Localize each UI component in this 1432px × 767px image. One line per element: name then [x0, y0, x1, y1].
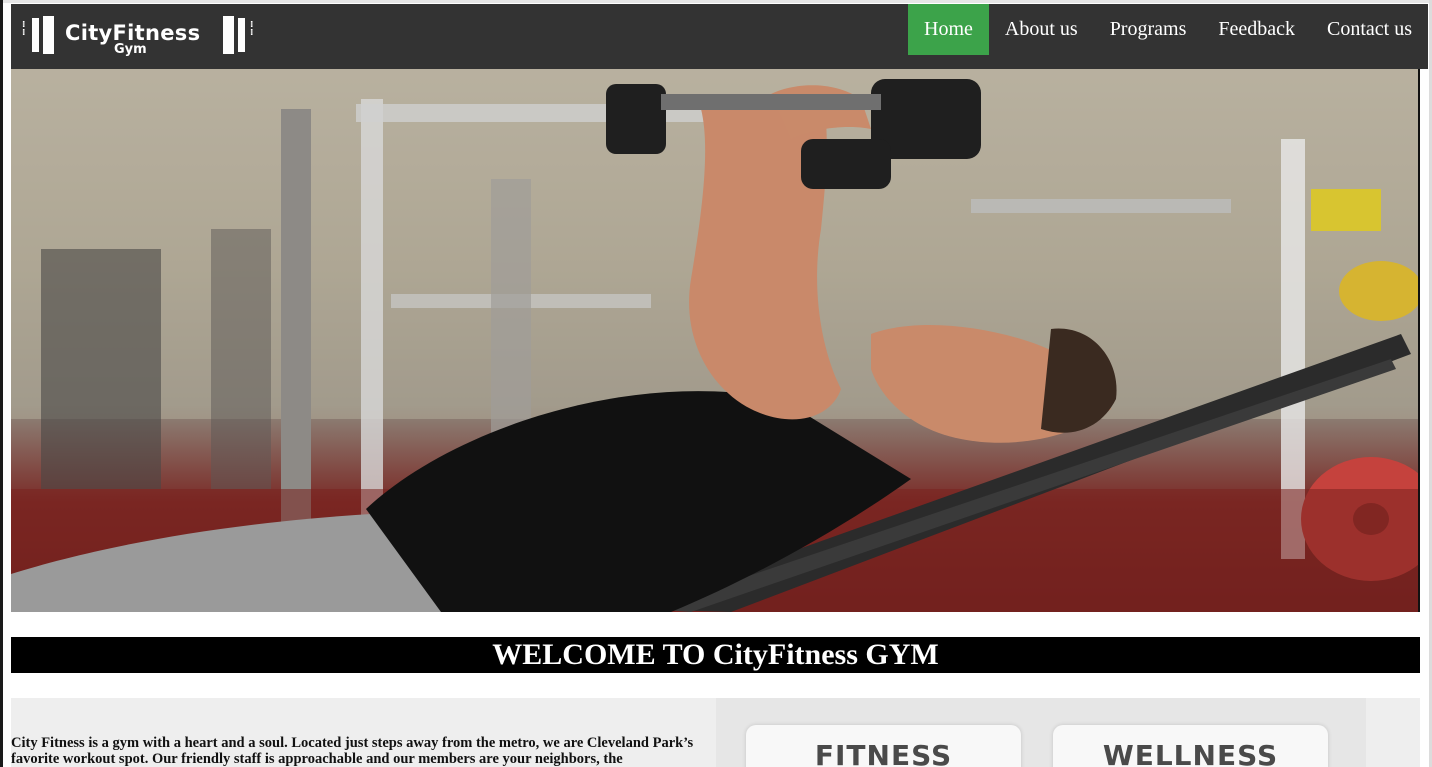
program-cards: FITNESS WELLNESS — [716, 698, 1366, 767]
welcome-heading: WELCOME TO CityFitness GYM — [11, 637, 1420, 673]
nav-home[interactable]: Home — [908, 4, 989, 55]
nav-feedback[interactable]: Feedback — [1202, 4, 1311, 55]
card-wellness[interactable]: WELLNESS — [1053, 725, 1328, 767]
nav-contact-us[interactable]: Contact us — [1311, 4, 1428, 55]
card-fitness-label: FITNESS — [814, 739, 953, 767]
hero-right-edge — [1418, 69, 1420, 612]
window-top-edge — [0, 0, 1432, 3]
logo-right-bar-1 — [223, 16, 234, 54]
brand-logo[interactable]: ⁞ ⁞ CityFitness Gym ⁞ ⁞ — [19, 12, 259, 60]
card-fitness[interactable]: FITNESS — [746, 725, 1021, 767]
nav-menu: Home About us Programs Feedback Contact … — [908, 4, 1428, 55]
logo-left-dots: ⁞ ⁞ — [22, 20, 26, 38]
hero-illustration — [11, 69, 1420, 612]
window-left-edge — [0, 0, 3, 767]
hero-image — [11, 69, 1420, 612]
intro-text: City Fitness is a gym with a heart and a… — [11, 735, 694, 767]
content-section: City Fitness is a gym with a heart and a… — [11, 698, 1420, 767]
logo-left-bar-2 — [43, 16, 54, 54]
nav-about-us[interactable]: About us — [989, 4, 1094, 55]
brand-sub: Gym — [114, 42, 147, 57]
navbar: ⁞ ⁞ CityFitness Gym ⁞ ⁞ Home About us Prog… — [11, 4, 1428, 69]
logo-left-bar-1 — [32, 18, 39, 52]
logo-right-dots: ⁞ ⁞ — [250, 20, 254, 38]
card-wellness-label: WELLNESS — [1102, 739, 1279, 767]
nav-programs[interactable]: Programs — [1094, 4, 1203, 55]
logo-right-bar-2 — [238, 18, 245, 52]
